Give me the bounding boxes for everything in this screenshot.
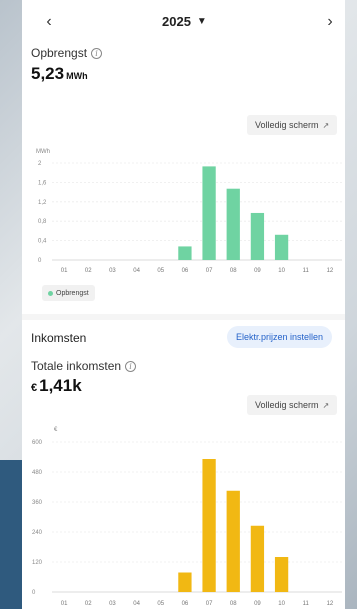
y-tick-label: 0,4 bbox=[38, 239, 47, 245]
background-strip bbox=[0, 460, 24, 609]
x-tick-label: 05 bbox=[157, 268, 164, 274]
income-label-row: Totale inkomsten i bbox=[31, 359, 137, 373]
y-tick-label: 2 bbox=[38, 161, 42, 167]
yield-number: 5,23 bbox=[31, 64, 65, 83]
y-tick-label: 1,6 bbox=[38, 180, 47, 186]
yield-fullscreen-button[interactable]: Volledig scherm ↗ bbox=[247, 115, 338, 135]
income-chart-svg: €0 120 240 360 480 600 01 02 03 04 05 06 07 08 09 10 11 1… bbox=[32, 427, 342, 607]
y-tick-label: 240 bbox=[32, 530, 43, 536]
x-tick-label: 07 bbox=[206, 268, 213, 274]
chevron-right-icon[interactable]: › bbox=[320, 12, 340, 32]
y-tick-label: 480 bbox=[32, 470, 43, 476]
y-tick-label: 0 bbox=[32, 590, 36, 596]
y-tick-label: 0,8 bbox=[38, 219, 47, 225]
x-tick-label: 05 bbox=[157, 601, 164, 607]
yield-label: Opbrengst bbox=[31, 46, 88, 60]
income-chart: €0 120 240 360 480 600 01 02 03 04 05 06 07 08 09 10 11 1… bbox=[22, 422, 345, 609]
bar-08 bbox=[226, 490, 240, 592]
year-label: 2025 bbox=[162, 14, 191, 29]
year-selector[interactable]: 2025 ▼ bbox=[162, 14, 207, 29]
yield-chart: MWh 0 0,4 0,8 1,2 1,6 2 01 02 03 04 05 06 07 08 09 10 11 1… bbox=[22, 145, 345, 280]
bar-07 bbox=[202, 166, 216, 260]
x-tick-label: 06 bbox=[182, 268, 189, 274]
currency-symbol: € bbox=[31, 382, 38, 394]
y-tick-label: 360 bbox=[32, 500, 43, 506]
y-tick-label: 1,2 bbox=[38, 200, 47, 206]
year-navigation: ‹ 2025 ▼ › bbox=[22, 10, 345, 34]
expand-icon: ↗ bbox=[322, 120, 330, 130]
y-axis-unit: € bbox=[54, 427, 58, 433]
x-tick-label: 08 bbox=[230, 268, 237, 274]
x-tick-label: 11 bbox=[303, 601, 310, 607]
bar-07 bbox=[202, 459, 216, 592]
yield-unit: MWh bbox=[66, 71, 88, 81]
y-tick-label: 120 bbox=[32, 560, 43, 566]
x-tick-label: 12 bbox=[327, 601, 334, 607]
fullscreen-label: Volledig scherm bbox=[255, 400, 319, 410]
bar-09 bbox=[250, 212, 265, 260]
fullscreen-label: Volledig scherm bbox=[255, 120, 319, 130]
x-tick-label: 09 bbox=[254, 601, 261, 607]
yield-label-row: Opbrengst i bbox=[31, 46, 103, 60]
legend-dot bbox=[48, 290, 53, 296]
info-icon[interactable]: i bbox=[91, 47, 103, 59]
bar-10 bbox=[274, 234, 289, 260]
bar-08 bbox=[226, 188, 240, 260]
x-tick-label: 07 bbox=[206, 601, 213, 607]
x-tick-label: 02 bbox=[85, 268, 92, 274]
x-tick-label: 03 bbox=[109, 601, 116, 607]
income-total-label: Totale inkomsten bbox=[31, 359, 122, 373]
income-number: 1,41k bbox=[39, 376, 82, 395]
income-value: €1,41k bbox=[31, 376, 82, 396]
legend-label: Opbrengst bbox=[56, 289, 89, 297]
x-tick-label: 03 bbox=[109, 268, 116, 274]
y-tick-label: 600 bbox=[32, 440, 43, 446]
x-tick-label: 09 bbox=[254, 268, 261, 274]
chevron-left-icon[interactable]: ‹ bbox=[39, 12, 59, 32]
x-tick-label: 04 bbox=[133, 268, 140, 274]
income-section-title: Inkomsten bbox=[31, 331, 87, 345]
expand-icon: ↗ bbox=[322, 400, 330, 410]
x-tick-label: 12 bbox=[327, 268, 334, 274]
section-divider bbox=[22, 314, 345, 320]
income-fullscreen-button[interactable]: Volledig scherm ↗ bbox=[247, 395, 338, 415]
yield-chart-svg: MWh 0 0,4 0,8 1,2 1,6 2 01 02 03 04 05 06 07 08 09 10 11 1… bbox=[36, 149, 342, 274]
yield-legend[interactable]: Opbrengst bbox=[42, 285, 95, 301]
x-tick-label: 11 bbox=[303, 268, 310, 274]
x-tick-label: 10 bbox=[278, 268, 285, 274]
x-tick-label: 01 bbox=[61, 601, 68, 607]
x-tick-label: 04 bbox=[133, 601, 140, 607]
bar-06 bbox=[178, 572, 192, 592]
statistics-panel: ‹ 2025 ▼ › Opbrengst i 5,23 MWh Volledig … bbox=[22, 0, 345, 609]
y-tick-label: 0 bbox=[38, 258, 42, 264]
bar-09 bbox=[250, 525, 265, 592]
bar-06 bbox=[178, 246, 192, 260]
x-tick-label: 01 bbox=[61, 268, 68, 274]
x-tick-label: 02 bbox=[85, 601, 92, 607]
x-tick-label: 08 bbox=[230, 601, 237, 607]
x-tick-label: 10 bbox=[278, 601, 285, 607]
set-electricity-prices-button[interactable]: Elektr.prijzen instellen bbox=[227, 326, 333, 348]
caret-down-icon: ▼ bbox=[196, 16, 207, 27]
yield-value: 5,23 MWh bbox=[31, 64, 88, 84]
x-tick-label: 06 bbox=[182, 601, 189, 607]
info-icon[interactable]: i bbox=[125, 360, 137, 372]
bar-10 bbox=[274, 557, 289, 592]
y-axis-unit: MWh bbox=[36, 149, 50, 155]
